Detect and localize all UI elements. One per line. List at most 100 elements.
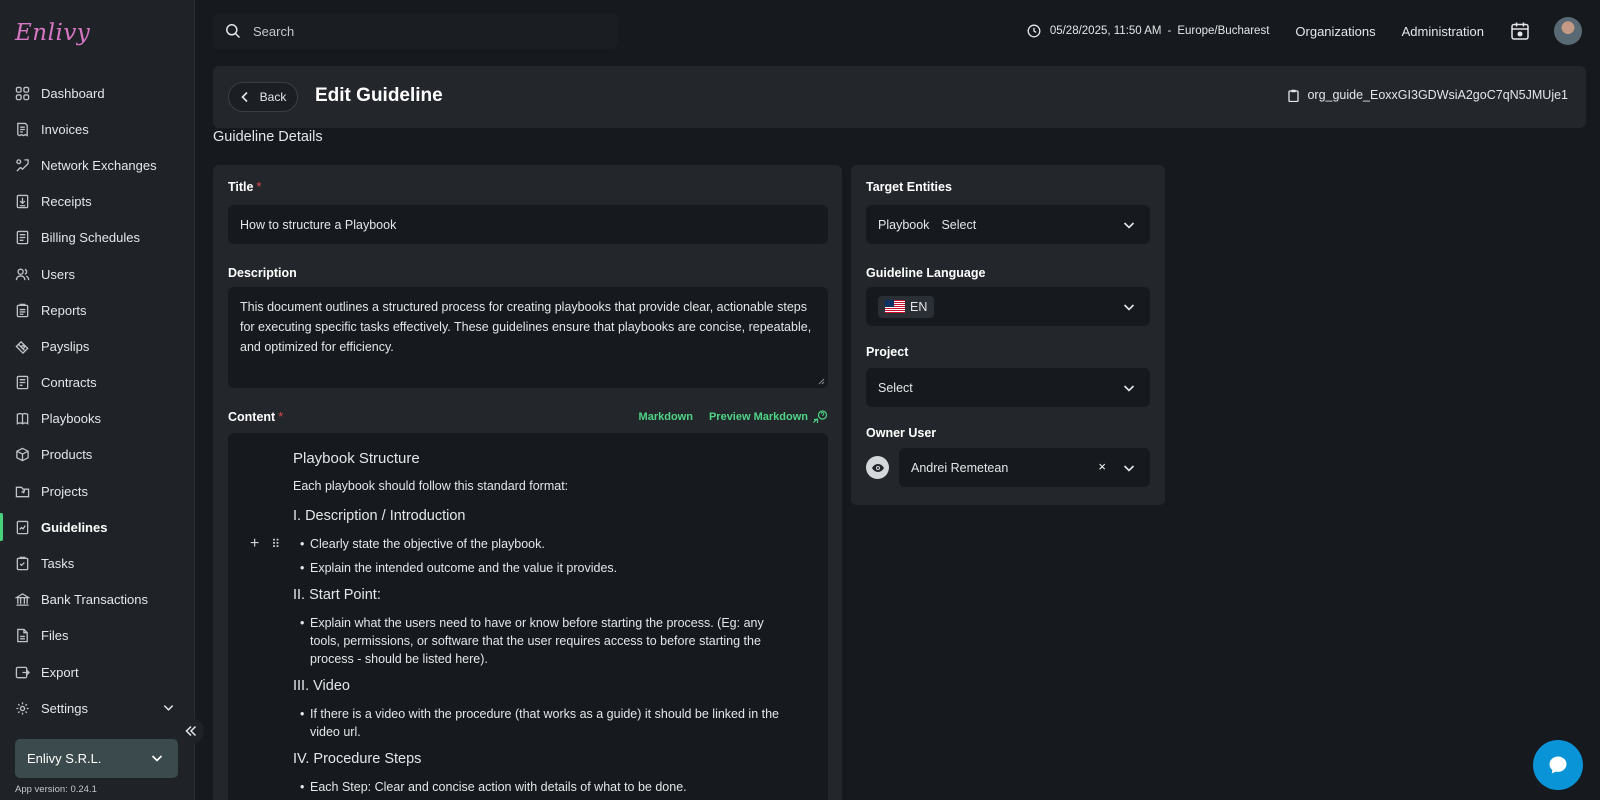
guideline-id[interactable]: org_guide_EoxxGI3GDWsiA2goC7qN5JMUje1 (1288, 88, 1568, 102)
sidebar-item-projects[interactable]: Projects (0, 473, 195, 509)
user-avatar[interactable] (1554, 17, 1582, 45)
markdown-link[interactable]: Markdown (639, 411, 693, 423)
content-label: Content * (228, 410, 284, 424)
chevron-down-icon (1122, 300, 1136, 317)
required-mark: * (256, 180, 262, 194)
markdown-help-icon[interactable] (812, 410, 828, 424)
sidebar-item-export[interactable]: Export (0, 654, 195, 690)
sidebar-item-files[interactable]: Files (0, 618, 195, 654)
collapse-sidebar-button[interactable] (178, 718, 204, 744)
sidebar-item-billing-schedules[interactable]: Billing Schedules (0, 220, 195, 256)
add-block-icon[interactable]: + (250, 535, 259, 553)
description-textarea[interactable]: This document outlines a structured proc… (228, 287, 828, 388)
clipboard-icon (1288, 89, 1300, 102)
sidebar-item-invoices[interactable]: Invoices (0, 111, 195, 147)
reports-icon (15, 303, 30, 318)
content-section-heading: IV. Procedure Steps (293, 751, 422, 767)
sidebar-item-dashboard[interactable]: Dashboard (0, 75, 195, 111)
sidebar-item-label: Tasks (41, 556, 75, 572)
chevron-down-icon (1122, 218, 1136, 235)
export-icon (15, 665, 30, 680)
sidebar-item-contracts[interactable]: Contracts (0, 365, 195, 401)
sidebar-item-label: Export (41, 664, 79, 680)
sidebar-item-tasks[interactable]: Tasks (0, 545, 195, 581)
target-entity-placeholder: Select (941, 217, 977, 232)
content-paragraph: Each playbook should follow this standar… (293, 479, 569, 493)
page-header: Back Edit Guideline org_guide_EoxxGI3GDW… (213, 66, 1586, 128)
sidebar-item-network-exchanges[interactable]: Network Exchanges (0, 147, 195, 183)
language-select[interactable]: EN (866, 287, 1150, 326)
sidebar-item-users[interactable]: Users (0, 256, 195, 292)
target-entity-type: Playbook (878, 217, 930, 232)
title-input[interactable]: How to structure a Playbook (228, 205, 828, 244)
guideline-icon (15, 520, 30, 535)
chevron-down-icon (150, 751, 164, 768)
sidebar-item-label: Users (41, 266, 75, 282)
language-value: EN (910, 299, 928, 314)
us-flag-icon (885, 300, 905, 313)
block-handles: + ⠿ (250, 535, 280, 553)
app-logo[interactable]: Enlivy (15, 20, 90, 46)
sidebar-item-bank-transactions[interactable]: Bank Transactions (0, 582, 195, 618)
drag-handle-icon[interactable]: ⠿ (271, 537, 280, 551)
sidebar-item-label: Files (41, 628, 69, 644)
sidebar-item-reports[interactable]: Reports (0, 292, 195, 328)
sidebar-item-label: Invoices (41, 121, 89, 137)
datetime-text: 05/28/2025, 11:50 AM (1049, 25, 1162, 37)
content-editor[interactable]: + ⠿ Playbook Structure Each playbook sho… (228, 433, 828, 800)
sidebar-item-label: Guidelines (41, 519, 108, 535)
sidebar-item-payslips[interactable]: Payslips (0, 328, 195, 364)
calendar-icon[interactable] (1510, 21, 1530, 41)
sidebar-item-receipts[interactable]: Receipts (0, 184, 195, 220)
sidebar-item-label: Products (41, 447, 93, 463)
content-list-item: Explain the intended outcome and the val… (300, 559, 790, 577)
clock-icon (1027, 24, 1041, 38)
preview-markdown-link[interactable]: Preview Markdown (709, 411, 808, 423)
sidebar-item-settings[interactable]: Settings (0, 690, 195, 726)
topbar-right: 05/28/2025, 11:50 AM - Europe/Bucharest … (1027, 17, 1600, 45)
chevron-down-icon[interactable] (162, 701, 175, 717)
organizations-link[interactable]: Organizations (1295, 24, 1375, 39)
receipt-icon (15, 194, 30, 209)
guideline-settings: Target Entities Playbook Select Guidelin… (851, 165, 1165, 505)
view-owner-button[interactable] (866, 456, 889, 479)
sidebar-item-label: Receipts (41, 194, 92, 210)
network-icon (15, 158, 30, 173)
task-icon (15, 556, 30, 571)
content-section-heading: II. Start Point: (293, 587, 381, 603)
target-entities-label: Target Entities (866, 180, 952, 194)
back-button[interactable]: Back (228, 82, 298, 112)
sidebar-item-label: Dashboard (41, 85, 105, 101)
resize-handle-icon[interactable] (817, 377, 825, 385)
sidebar-item-products[interactable]: Products (0, 437, 195, 473)
contract-icon (15, 375, 30, 390)
chevron-down-icon (1122, 461, 1136, 478)
search-bar[interactable] (213, 13, 618, 49)
description-label: Description (228, 266, 297, 280)
content-list-item: Clearly state the objective of the playb… (300, 535, 790, 553)
project-select[interactable]: Select (866, 368, 1150, 407)
organization-select[interactable]: Enlivy S.R.L. (15, 739, 178, 778)
file-icon (15, 628, 30, 643)
target-entities-select[interactable]: Playbook Select (866, 205, 1150, 244)
project-value: Select (878, 380, 913, 395)
clear-owner-icon[interactable]: × (1098, 459, 1106, 474)
playbook-icon (15, 411, 30, 426)
owner-select[interactable]: Andrei Remetean × (899, 448, 1150, 487)
sidebar-item-label: Playbooks (41, 411, 101, 427)
sidebar-nav: Dashboard Invoices Network Exchanges Rec… (0, 75, 195, 726)
project-icon (15, 484, 30, 499)
section-title: Guideline Details (213, 129, 323, 145)
guideline-form: Title * How to structure a Playbook Descr… (213, 165, 842, 800)
sidebar-item-playbooks[interactable]: Playbooks (0, 401, 195, 437)
search-input[interactable] (253, 23, 593, 39)
sidebar-item-label: Projects (41, 483, 88, 499)
administration-link[interactable]: Administration (1402, 24, 1484, 39)
chat-button[interactable] (1533, 740, 1583, 790)
bank-icon (15, 592, 30, 607)
content-section-heading: I. Description / Introduction (293, 508, 466, 524)
owner-value: Andrei Remetean (911, 460, 1009, 475)
sidebar-item-label: Reports (41, 302, 87, 318)
title-value: How to structure a Playbook (240, 217, 397, 232)
sidebar-item-guidelines[interactable]: Guidelines (0, 509, 195, 545)
